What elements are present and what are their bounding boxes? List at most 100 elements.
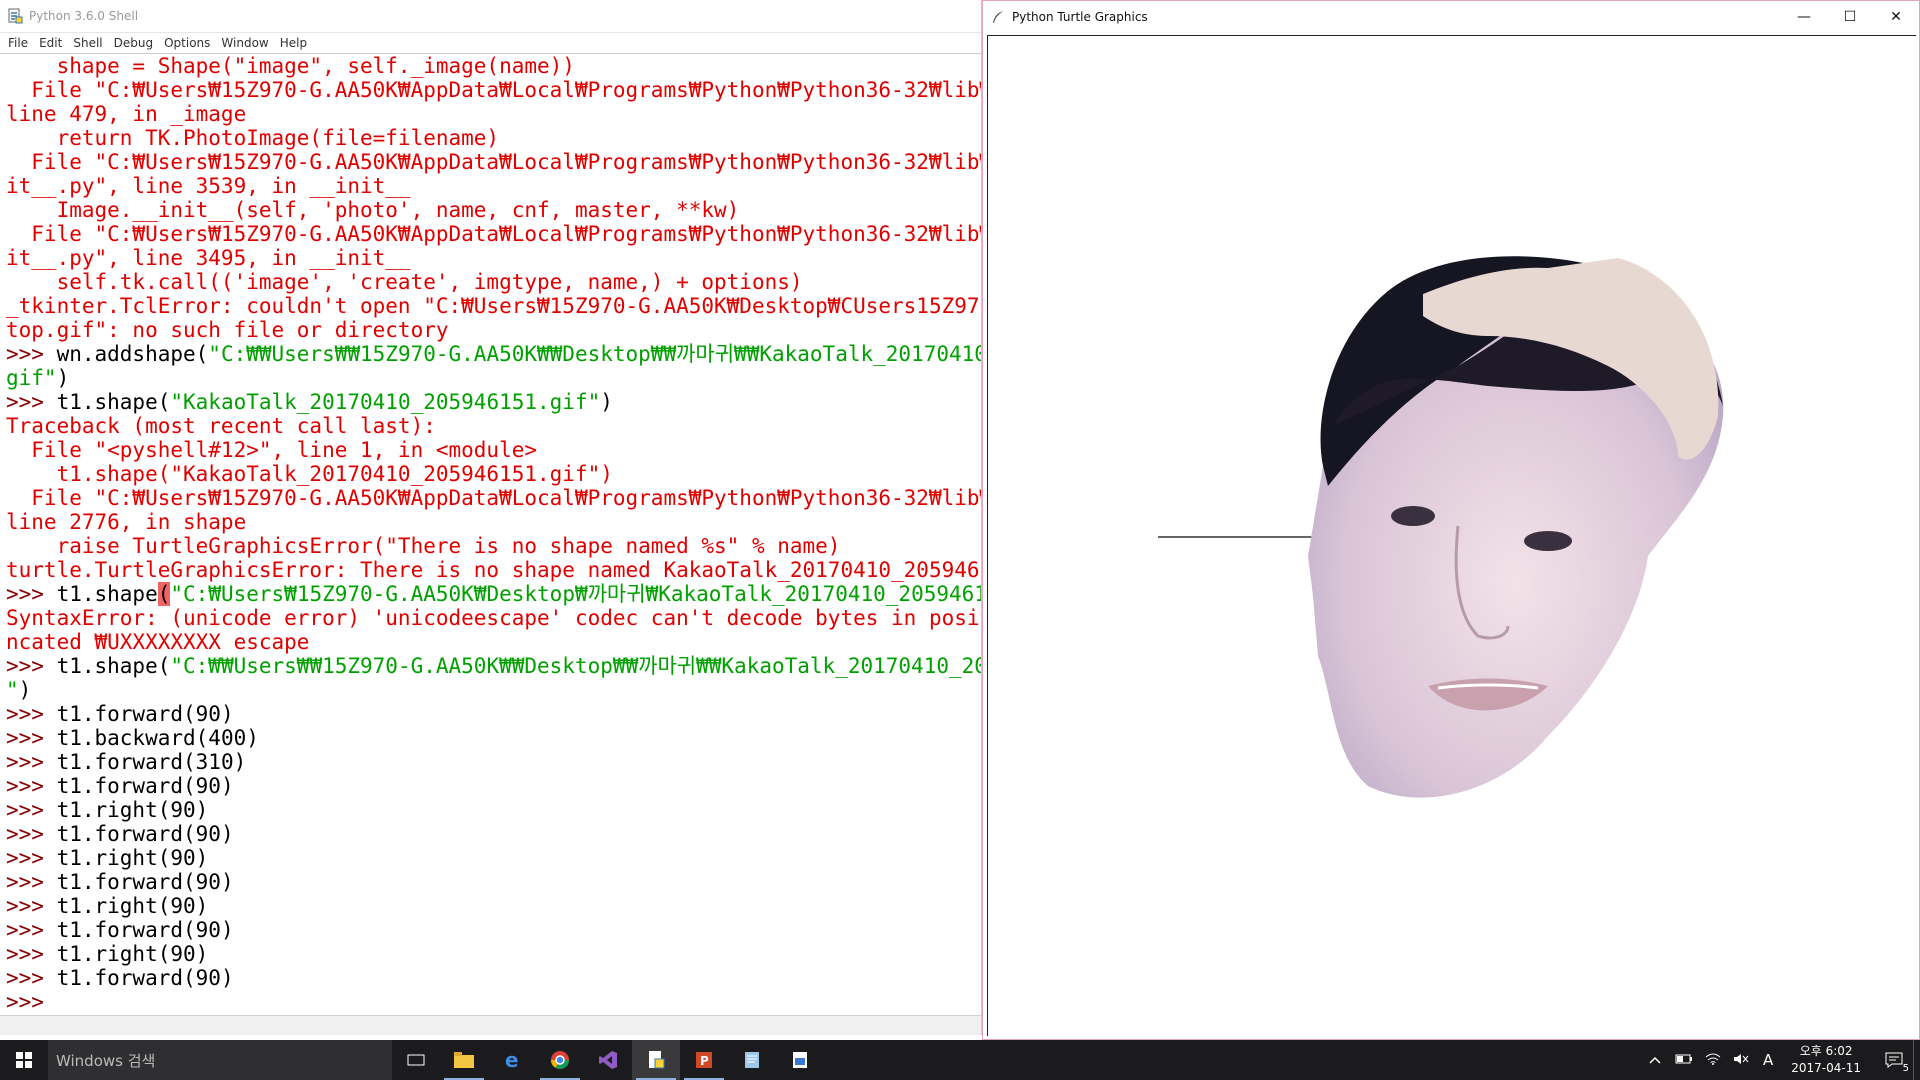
shell-line-text: t1.forward(90) (56, 966, 234, 990)
shell-line-text: shape = Shape("image", self._image(name)… (6, 54, 575, 78)
minimize-button[interactable]: — (1781, 1, 1827, 33)
battery-icon[interactable] (1675, 1053, 1693, 1067)
shell-line-text: "C:₩₩Users₩₩15Z970-G.AA50K₩₩Desktop₩₩까마귀… (170, 654, 981, 678)
turtle-drawing (1158, 256, 1724, 798)
shell-line-text: File "C:₩Users₩15Z970-G.AA50K₩AppData₩Lo… (31, 222, 981, 246)
python-file-icon (649, 1051, 665, 1069)
shell-line: self.tk.call(('image', 'create', imgtype… (6, 270, 981, 294)
show-desktop-button[interactable] (1913, 1040, 1920, 1080)
chevron-up-icon[interactable] (1649, 1053, 1661, 1067)
system-tray: A 오후 6:02 2017-04-11 5 (1641, 1040, 1920, 1080)
shell-line: >>> t1.right(90) (6, 894, 981, 918)
shell-line-text: t1.shape( (56, 390, 171, 414)
input-language-indicator[interactable]: A (1763, 1051, 1773, 1069)
shell-menubar: File Edit Shell Debug Options Window Hel… (0, 33, 981, 54)
visual-studio-button[interactable] (584, 1040, 632, 1080)
shell-line-text: " (6, 678, 19, 702)
photos-button[interactable] (776, 1040, 824, 1080)
shell-prompt: >>> (6, 390, 57, 414)
shell-titlebar[interactable]: Python 3.6.0 Shell (0, 0, 981, 33)
notepad-button[interactable] (728, 1040, 776, 1080)
edge-button[interactable]: e (488, 1040, 536, 1080)
shell-line: gif") (6, 366, 981, 390)
turtle-shape-face-image (1308, 256, 1724, 798)
shell-prompt: >>> (6, 822, 57, 846)
taskbar-clock[interactable]: 오후 6:02 2017-04-11 (1791, 1043, 1861, 1077)
shell-line-text: line 2776, in shape (6, 510, 247, 534)
feather-icon (990, 9, 1006, 25)
shell-output-area[interactable]: shape = Shape("image", self._image(name)… (6, 54, 981, 1014)
shell-line: >>> t1.right(90) (6, 798, 981, 822)
menu-edit[interactable]: Edit (39, 36, 62, 50)
shell-prompt: >>> (6, 702, 57, 726)
menu-window[interactable]: Window (221, 36, 268, 50)
visual-studio-icon (599, 1051, 617, 1069)
shell-line-text: Image.__init__(self, 'photo', name, cnf,… (6, 198, 740, 222)
close-button[interactable]: ✕ (1873, 1, 1919, 33)
shell-line-text: _tkinter.TclError: couldn't open "C:₩Use… (6, 294, 981, 318)
shell-line: it__.py", line 3495, in __init__ (6, 246, 981, 270)
shell-line: >>> t1.forward(90) (6, 822, 981, 846)
shell-line: turtle.TurtleGraphicsError: There is no … (6, 558, 981, 582)
shell-line-text: t1.right(90) (56, 942, 209, 966)
menu-shell[interactable]: Shell (73, 36, 102, 50)
shell-line: >>> t1.right(90) (6, 942, 981, 966)
svg-text:e: e (505, 1050, 519, 1070)
menu-file[interactable]: File (8, 36, 28, 50)
shell-line-text: gif" (6, 366, 57, 390)
action-center-button[interactable]: 5 (1885, 1052, 1909, 1074)
shell-line-text: File "C:₩Users₩15Z970-G.AA50K₩AppData₩Lo… (31, 486, 981, 510)
shell-line-text: self.tk.call(('image', 'create', imgtype… (6, 270, 803, 294)
shell-line: >>> t1.right(90) (6, 846, 981, 870)
shell-prompt: >>> (6, 654, 57, 678)
shell-line-text: File "C:₩Users₩15Z970-G.AA50K₩AppData₩Lo… (31, 150, 981, 174)
turtle-titlebar[interactable]: Python Turtle Graphics — ☐ ✕ (983, 1, 1919, 33)
notification-icon (1885, 1052, 1903, 1068)
shell-line: >>> t1.shape("KakaoTalk_20170410_2059461… (6, 390, 981, 414)
menu-options[interactable]: Options (164, 36, 210, 50)
shell-line: File "<pyshell#12>", line 1, in <module> (6, 438, 981, 462)
clock-time: 오후 6:02 (1799, 1044, 1853, 1058)
file-explorer-button[interactable] (440, 1040, 488, 1080)
shell-horizontal-scrollbar[interactable] (0, 1015, 981, 1035)
shell-line: Traceback (most recent call last): (6, 414, 981, 438)
maximize-button[interactable]: ☐ (1827, 1, 1873, 33)
shell-line: >>> t1.forward(90) (6, 774, 981, 798)
shell-line-text: t1.shape (56, 582, 158, 606)
menu-debug[interactable]: Debug (114, 36, 153, 50)
wifi-icon[interactable] (1705, 1053, 1721, 1068)
shell-line: SyntaxError: (unicode error) 'unicodeesc… (6, 606, 981, 630)
shell-line-text: Traceback (most recent call last): (6, 414, 436, 438)
notepad-icon (745, 1052, 759, 1068)
chrome-button[interactable] (536, 1040, 584, 1080)
taskbar-search-box[interactable]: Windows 검색 (48, 1040, 392, 1080)
powerpoint-button[interactable]: P (680, 1040, 728, 1080)
shell-line-text: t1.shape( (56, 654, 171, 678)
shell-line: raise TurtleGraphicsError("There is no s… (6, 534, 981, 558)
shell-line-text: t1.backward(400) (56, 726, 259, 750)
shell-line: File "C:₩Users₩15Z970-G.AA50K₩AppData₩Lo… (6, 222, 981, 246)
volume-muted-icon[interactable] (1733, 1053, 1749, 1068)
shell-prompt: >>> (6, 774, 57, 798)
notification-count: 5 (1902, 1063, 1909, 1074)
shell-line: _tkinter.TclError: couldn't open "C:₩Use… (6, 294, 981, 318)
image-file-icon (793, 1052, 807, 1068)
shell-line-text: "KakaoTalk_20170410_205946151.gif" (170, 390, 601, 414)
turtle-canvas[interactable] (987, 35, 1916, 1036)
shell-line: ncated ₩UXXXXXXXX escape (6, 630, 981, 654)
shell-title: Python 3.6.0 Shell (29, 9, 139, 23)
start-button[interactable] (0, 1040, 48, 1080)
python-idle-taskbar-button[interactable] (632, 1040, 680, 1080)
shell-line: top.gif": no such file or directory (6, 318, 981, 342)
turtle-title: Python Turtle Graphics (1012, 10, 1148, 24)
shell-line-text: t1.right(90) (56, 894, 209, 918)
shell-line: >>> wn.addshape("C:₩₩Users₩₩15Z970-G.AA5… (6, 342, 981, 366)
shell-line-text: return TK.PhotoImage(file=filename) (6, 126, 500, 150)
shell-prompt: >>> (6, 918, 57, 942)
shell-prompt: >>> (6, 750, 57, 774)
menu-help[interactable]: Help (280, 36, 307, 50)
shell-line: >>> t1.shape("C:₩₩Users₩₩15Z970-G.AA50K₩… (6, 654, 981, 678)
task-view-button[interactable] (392, 1040, 440, 1080)
shell-line-text: SyntaxError: (unicode error) 'unicodeesc… (6, 606, 981, 630)
shell-line-text: t1.forward(90) (56, 918, 234, 942)
